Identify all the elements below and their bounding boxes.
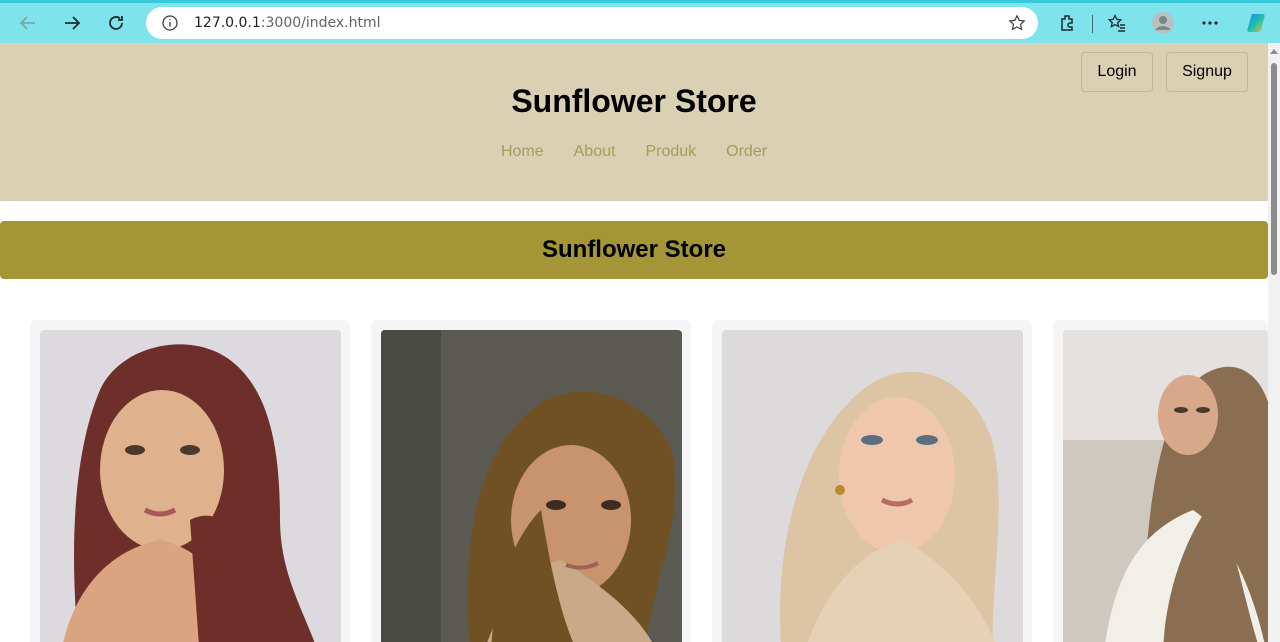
product-image[interactable] <box>40 330 341 642</box>
copilot-icon[interactable] <box>1243 9 1271 37</box>
forward-icon[interactable] <box>56 7 88 39</box>
page-scrollbar[interactable] <box>1268 43 1280 642</box>
reload-icon[interactable] <box>100 7 132 39</box>
product-card[interactable] <box>712 320 1032 642</box>
signup-button[interactable]: Signup <box>1166 52 1248 92</box>
login-button[interactable]: Login <box>1081 52 1153 92</box>
star-icon[interactable] <box>1008 14 1026 37</box>
extensions-icon[interactable] <box>1054 9 1082 37</box>
product-image[interactable] <box>722 330 1023 642</box>
nav-home[interactable]: Home <box>501 143 544 161</box>
scrollbar-thumb[interactable] <box>1271 63 1277 275</box>
product-card[interactable] <box>371 320 691 642</box>
toolbar-separator <box>1092 15 1093 33</box>
store-banner: Sunflower Store <box>0 221 1268 279</box>
main-nav: Home About Produk Order <box>0 143 1268 161</box>
nav-produk[interactable]: Produk <box>645 143 696 161</box>
url-text[interactable]: 127.0.0.1:3000/index.html <box>194 15 381 31</box>
browser-toolbar: 127.0.0.1:3000/index.html <box>0 0 1280 43</box>
page: Sunflower Store Home About Produk Order … <box>0 43 1268 642</box>
back-icon[interactable] <box>12 7 44 39</box>
site-header: Sunflower Store Home About Produk Order … <box>0 43 1268 201</box>
nav-order[interactable]: Order <box>726 143 767 161</box>
info-icon[interactable] <box>162 15 178 36</box>
more-icon[interactable] <box>1196 9 1224 37</box>
site-title: Sunflower Store <box>511 83 757 119</box>
banner-title: Sunflower Store <box>541 236 727 263</box>
scroll-up-icon[interactable] <box>1270 49 1278 54</box>
product-card[interactable] <box>1053 320 1268 642</box>
profile-icon[interactable] <box>1149 9 1177 37</box>
product-card[interactable] <box>30 320 350 642</box>
address-bar[interactable]: 127.0.0.1:3000/index.html <box>146 7 1038 39</box>
product-image[interactable] <box>381 330 682 642</box>
product-image[interactable] <box>1063 330 1268 642</box>
nav-about[interactable]: About <box>574 143 616 161</box>
favorites-icon[interactable] <box>1103 9 1131 37</box>
